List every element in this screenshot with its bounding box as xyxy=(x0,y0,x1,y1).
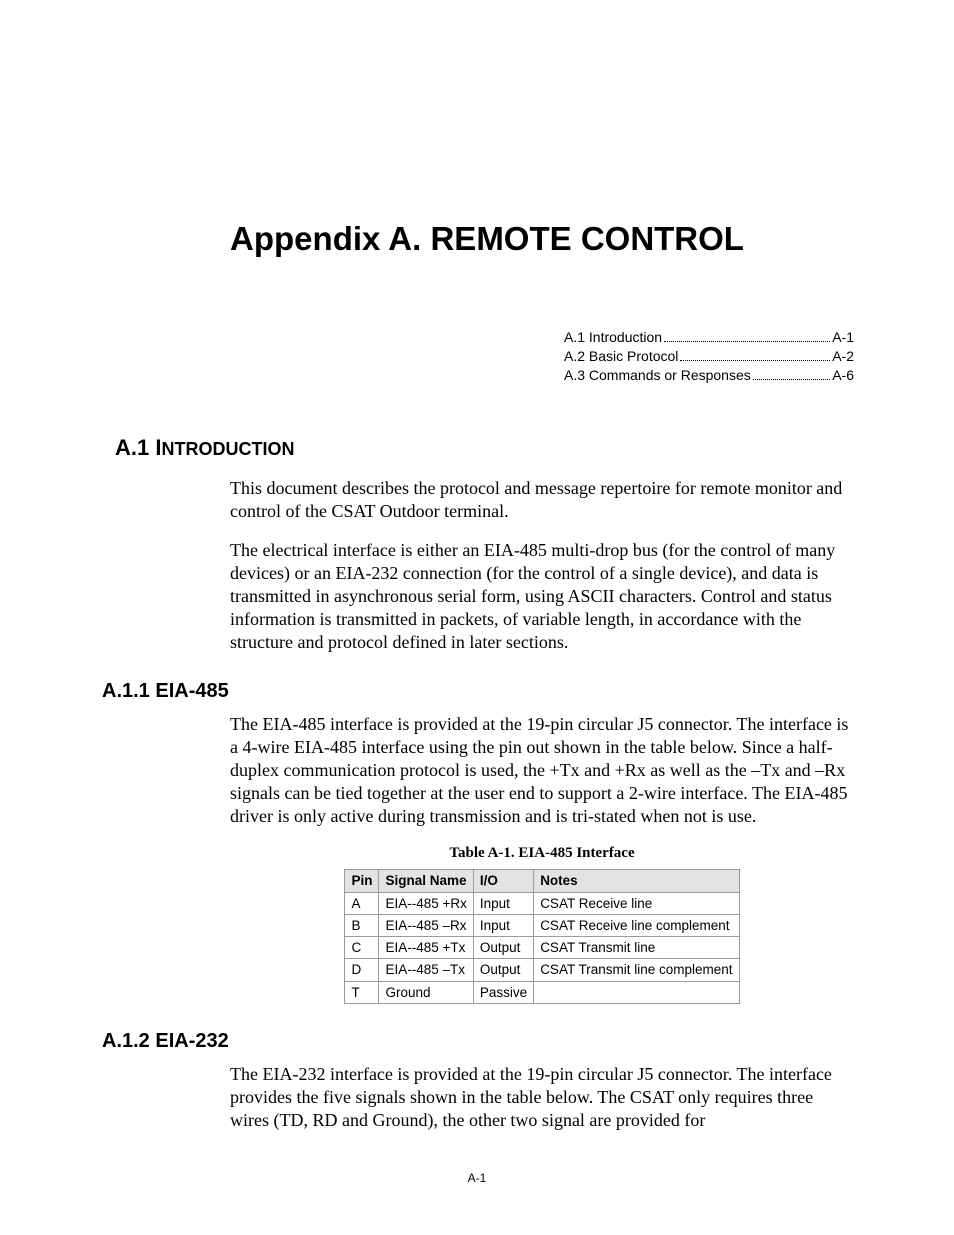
table-row: C EIA--485 +Tx Output CSAT Transmit line xyxy=(345,937,739,959)
paragraph: The EIA-485 interface is provided at the… xyxy=(230,713,854,828)
table-eia485: Pin Signal Name I/O Notes A EIA--485 +Rx… xyxy=(344,869,739,1004)
toc-label: A.1 Introduction xyxy=(564,328,662,347)
section-heading-a11: A.1.1 EIA-485 xyxy=(102,680,854,703)
table-cell: EIA--485 –Rx xyxy=(379,914,473,936)
section-heading-a1: A.1 INTRODUCTION xyxy=(115,435,854,461)
table-of-contents: A.1 Introduction A-1 A.2 Basic Protocol … xyxy=(564,328,854,385)
table-cell: D xyxy=(345,959,379,981)
appendix-title: Appendix A. REMOTE CONTROL xyxy=(120,220,854,258)
toc-label: A.2 Basic Protocol xyxy=(564,347,678,366)
toc-page: A-1 xyxy=(832,328,854,347)
paragraph: The EIA-232 interface is provided at the… xyxy=(230,1063,854,1132)
table-row: A EIA--485 +Rx Input CSAT Receive line xyxy=(345,892,739,914)
toc-entry: A.3 Commands or Responses A-6 xyxy=(564,366,854,385)
section-body-a11: The EIA-485 interface is provided at the… xyxy=(230,713,854,1004)
table-cell: EIA--485 +Tx xyxy=(379,937,473,959)
table-cell: T xyxy=(345,981,379,1003)
table-caption: Table A-1. EIA-485 Interface xyxy=(230,844,854,863)
table-cell: Ground xyxy=(379,981,473,1003)
section-body-a12: The EIA-232 interface is provided at the… xyxy=(230,1063,854,1132)
table-header-cell: Signal Name xyxy=(379,870,473,892)
toc-leader-dots xyxy=(664,341,830,342)
toc-page: A-2 xyxy=(832,347,854,366)
section-heading-a12: A.1.2 EIA-232 xyxy=(102,1030,854,1053)
table-cell: CSAT Transmit line complement xyxy=(534,959,739,981)
section-title-rest: NTRODUCTION xyxy=(162,439,295,459)
section-number: A.1 xyxy=(115,435,149,460)
table-header-cell: I/O xyxy=(473,870,533,892)
table-row: T Ground Passive xyxy=(345,981,739,1003)
table-cell: Output xyxy=(473,937,533,959)
table-cell: CSAT Receive line complement xyxy=(534,914,739,936)
table-header-cell: Notes xyxy=(534,870,739,892)
page-footer: A-1 xyxy=(0,1171,954,1185)
table-cell: C xyxy=(345,937,379,959)
table-row: B EIA--485 –Rx Input CSAT Receive line c… xyxy=(345,914,739,936)
paragraph: This document describes the protocol and… xyxy=(230,477,854,523)
table-cell: A xyxy=(345,892,379,914)
table-row: D EIA--485 –Tx Output CSAT Transmit line… xyxy=(345,959,739,981)
toc-leader-dots xyxy=(680,360,830,361)
table-cell xyxy=(534,981,739,1003)
toc-leader-dots xyxy=(753,379,830,380)
document-page: Appendix A. REMOTE CONTROL A.1 Introduct… xyxy=(0,0,954,1235)
toc-page: A-6 xyxy=(832,366,854,385)
toc-entry: A.2 Basic Protocol A-2 xyxy=(564,347,854,366)
toc-label: A.3 Commands or Responses xyxy=(564,366,751,385)
table-cell: EIA--485 +Rx xyxy=(379,892,473,914)
table-cell: Input xyxy=(473,914,533,936)
table-header-cell: Pin xyxy=(345,870,379,892)
table-cell: EIA--485 –Tx xyxy=(379,959,473,981)
table-cell: Input xyxy=(473,892,533,914)
section-body-a1: This document describes the protocol and… xyxy=(230,477,854,654)
table-cell: B xyxy=(345,914,379,936)
table-cell: Output xyxy=(473,959,533,981)
table-cell: CSAT Transmit line xyxy=(534,937,739,959)
paragraph: The electrical interface is either an EI… xyxy=(230,539,854,654)
table-header-row: Pin Signal Name I/O Notes xyxy=(345,870,739,892)
table-cell: CSAT Receive line xyxy=(534,892,739,914)
toc-entry: A.1 Introduction A-1 xyxy=(564,328,854,347)
table-cell: Passive xyxy=(473,981,533,1003)
